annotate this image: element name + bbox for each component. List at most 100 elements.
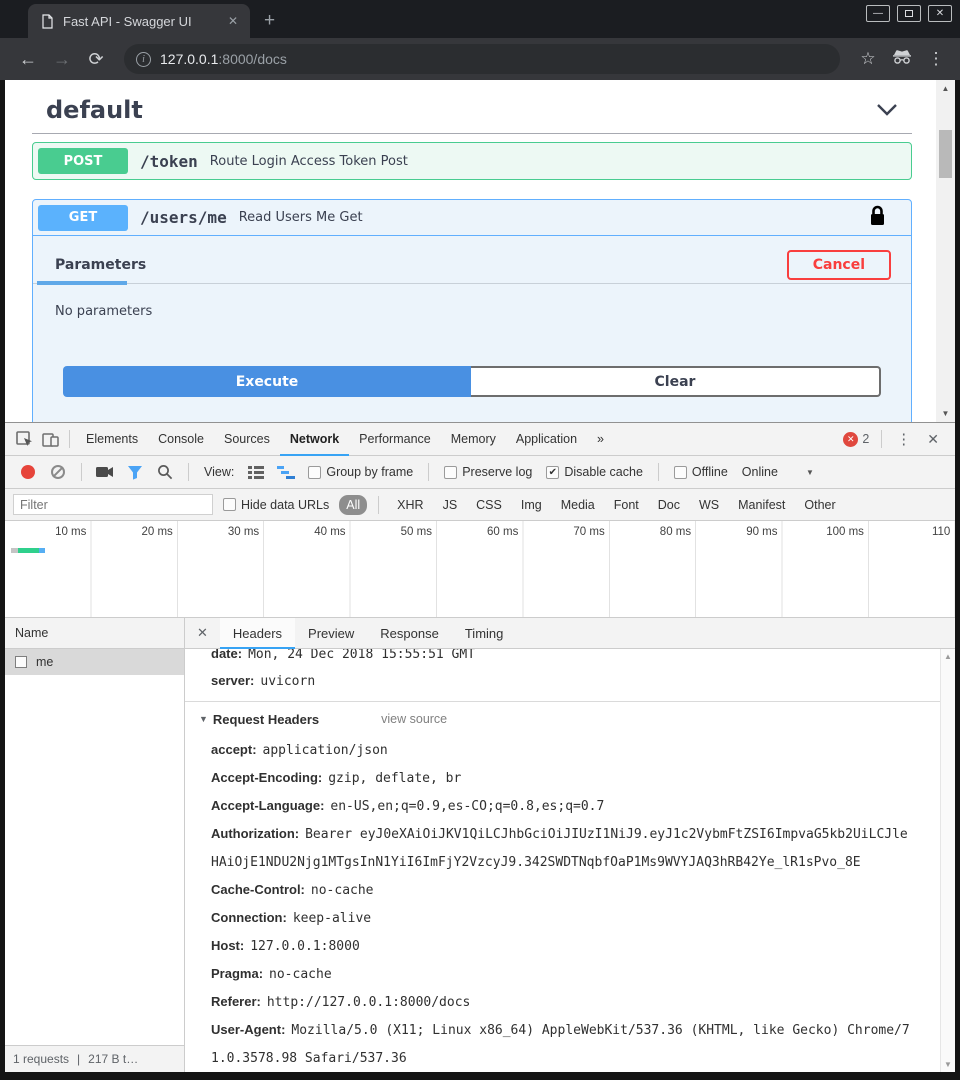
list-view-icon[interactable]	[243, 460, 269, 484]
tab-application[interactable]: Application	[506, 423, 587, 456]
detail-tab-preview[interactable]: Preview	[295, 618, 367, 649]
checkbox-checked-icon[interactable]: ✔	[546, 466, 559, 479]
browser-tab[interactable]: Fast API - Swagger UI ✕	[28, 4, 250, 38]
maximize-button[interactable]	[897, 5, 921, 22]
endpoint-post-token[interactable]: POST /token Route Login Access Token Pos…	[32, 142, 912, 180]
endpoint-summary: Read Users Me Get	[239, 210, 363, 225]
filter-pill-media[interactable]: Media	[554, 495, 602, 515]
header-value: Mozilla/5.0 (X11; Linux x86_64) AppleWeb…	[211, 1023, 910, 1066]
scroll-up-icon[interactable]: ▲	[942, 80, 950, 97]
get-summary-row[interactable]: GET /users/me Read Users Me Get	[33, 200, 911, 236]
group-by-frame-checkbox[interactable]: Group by frame	[308, 465, 413, 479]
tab-network[interactable]: Network	[280, 423, 349, 456]
tab-console[interactable]: Console	[148, 423, 214, 456]
preserve-log-checkbox[interactable]: Preserve log	[444, 465, 532, 479]
header-value: en-US,en;q=0.9,es-CO;q=0.8,es;q=0.7	[330, 799, 604, 814]
ruler-tick: 110	[869, 521, 955, 538]
filter-input[interactable]	[13, 494, 213, 515]
scroll-down-icon[interactable]: ▼	[944, 1057, 952, 1072]
section-header[interactable]: default	[32, 96, 912, 124]
filter-pill-xhr[interactable]: XHR	[390, 495, 430, 515]
inspect-element-icon[interactable]	[11, 427, 37, 451]
screenshot-camera-icon[interactable]	[92, 460, 118, 484]
header-value: http://127.0.0.1:8000/docs	[267, 995, 471, 1010]
search-icon[interactable]	[152, 460, 178, 484]
request-headers-section-header[interactable]: ▼ Request Headers view source	[185, 702, 940, 736]
scroll-up-icon[interactable]: ▲	[944, 649, 952, 664]
waterfall-view-icon[interactable]	[273, 460, 299, 484]
error-badge-icon[interactable]: ✕	[843, 432, 858, 447]
back-button[interactable]: ←	[14, 49, 42, 70]
filter-pill-doc[interactable]: Doc	[651, 495, 687, 515]
request-row-me[interactable]: me	[5, 649, 184, 675]
forward-button[interactable]: →	[48, 49, 76, 70]
page-scrollbar[interactable]: ▲ ▼	[936, 80, 955, 422]
checkbox-icon[interactable]	[308, 466, 321, 479]
hide-data-urls-checkbox[interactable]: Hide data URLs	[223, 498, 329, 512]
clear-button[interactable]: Clear	[471, 366, 881, 397]
view-source-link[interactable]: view source	[381, 712, 447, 726]
filter-pill-css[interactable]: CSS	[469, 495, 509, 515]
filter-funnel-icon[interactable]	[122, 460, 148, 484]
tab-memory[interactable]: Memory	[441, 423, 506, 456]
parameters-label: Parameters	[55, 257, 146, 273]
detail-close-icon[interactable]: ✕	[185, 625, 220, 641]
execute-button[interactable]: Execute	[63, 366, 471, 397]
close-window-button[interactable]: ✕	[928, 5, 952, 22]
tab-performance[interactable]: Performance	[349, 423, 441, 456]
header-name: Cache-Control:	[211, 882, 305, 897]
page-favicon-icon	[40, 14, 54, 29]
method-badge-get: GET	[38, 205, 128, 231]
network-timeline-overview[interactable]: 10 ms 20 ms 30 ms 40 ms 50 ms 60 ms 70 m…	[5, 521, 955, 618]
filter-pill-font[interactable]: Font	[607, 495, 646, 515]
view-label: View:	[204, 465, 234, 479]
cancel-button[interactable]: Cancel	[787, 250, 891, 280]
filter-pill-js[interactable]: JS	[436, 495, 465, 515]
triangle-down-icon[interactable]: ▼	[199, 714, 208, 724]
offline-checkbox[interactable]: Offline	[674, 465, 728, 479]
bookmark-star-icon[interactable]: ☆	[854, 49, 882, 69]
address-bar[interactable]: i 127.0.0.1:8000/docs	[124, 44, 840, 74]
page-info-icon[interactable]: i	[136, 52, 151, 67]
chevron-down-icon[interactable]	[876, 103, 898, 117]
post-summary-row[interactable]: POST /token Route Login Access Token Pos…	[33, 143, 911, 179]
checkbox-icon[interactable]	[223, 498, 236, 511]
filter-pill-other[interactable]: Other	[797, 495, 842, 515]
detail-tab-timing[interactable]: Timing	[452, 618, 517, 649]
record-button[interactable]	[21, 465, 35, 479]
ruler-tick: 80 ms	[610, 521, 696, 538]
devtools-close-icon[interactable]: ✕	[919, 431, 947, 448]
response-header-row: date:Mon, 24 Dec 2018 15:55:51 GMT	[185, 649, 940, 667]
checkbox-icon[interactable]	[674, 466, 687, 479]
filter-pill-all[interactable]: All	[339, 495, 367, 515]
name-column-header[interactable]: Name	[5, 618, 184, 649]
scrollbar-thumb[interactable]	[939, 130, 952, 178]
throttling-dropdown[interactable]: Online▼	[742, 465, 814, 479]
scroll-down-icon[interactable]: ▼	[942, 405, 950, 422]
divider	[428, 463, 429, 481]
new-tab-button[interactable]: +	[264, 10, 275, 32]
summary-separator: |	[77, 1052, 80, 1066]
endpoint-path: /users/me	[140, 208, 227, 227]
waterfall-bar[interactable]	[11, 548, 45, 553]
disable-cache-checkbox[interactable]: ✔Disable cache	[546, 465, 643, 479]
filter-pill-manifest[interactable]: Manifest	[731, 495, 792, 515]
filter-pill-img[interactable]: Img	[514, 495, 549, 515]
detail-tab-headers[interactable]: Headers	[220, 618, 295, 649]
auth-lock-icon[interactable]	[870, 205, 885, 231]
clear-requests-icon[interactable]	[51, 465, 65, 479]
device-toolbar-icon[interactable]	[37, 427, 63, 451]
ruler-tick: 40 ms	[264, 521, 350, 538]
checkbox-icon[interactable]	[444, 466, 457, 479]
tab-elements[interactable]: Elements	[76, 423, 148, 456]
tabs-overflow-icon[interactable]: »	[587, 423, 614, 456]
devtools-menu-icon[interactable]: ⋮	[888, 430, 919, 448]
detail-tab-response[interactable]: Response	[367, 618, 452, 649]
filter-pill-ws[interactable]: WS	[692, 495, 726, 515]
minimize-button[interactable]: —	[866, 5, 890, 22]
tab-close-icon[interactable]: ✕	[224, 12, 242, 30]
detail-scrollbar[interactable]: ▲ ▼	[940, 649, 955, 1072]
tab-sources[interactable]: Sources	[214, 423, 280, 456]
reload-button[interactable]: ⟳	[82, 49, 110, 70]
browser-menu-icon[interactable]: ⋮	[922, 49, 950, 69]
